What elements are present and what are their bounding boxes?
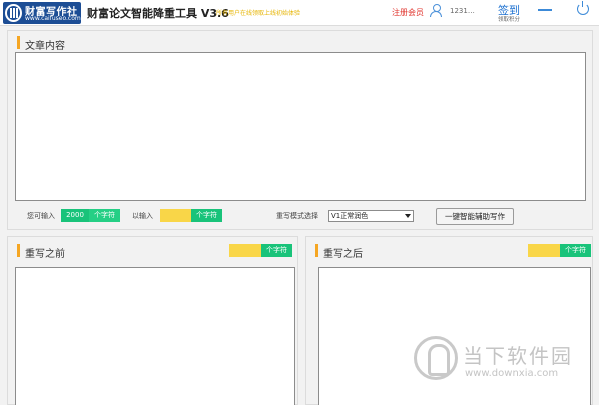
after-unit: 个字符 <box>560 244 591 257</box>
before-title: 重写之前 <box>25 249 65 260</box>
before-panel: 重写之前 个字符 <box>7 236 298 405</box>
power-icon[interactable] <box>577 1 589 15</box>
after-count <box>528 244 560 257</box>
mode-label: 重写模式选择 <box>276 212 318 220</box>
section-accent-bar <box>315 244 318 257</box>
before-unit: 个字符 <box>261 244 292 257</box>
app-title: 财富论文智能降重工具 V3.6 <box>87 7 229 20</box>
logo-url: www.caifuseo.com <box>25 15 81 22</box>
user-icon[interactable] <box>430 4 442 18</box>
notice-link[interactable]: 所有用户在线领取上线初始体验 <box>216 8 300 17</box>
register-link[interactable]: 注册会员 <box>392 7 424 18</box>
watermark-url: www.downxia.com <box>465 368 559 379</box>
chevron-down-icon <box>405 214 411 218</box>
after-textarea[interactable] <box>318 267 591 405</box>
user-id: 1231… <box>450 7 475 15</box>
article-panel: 文章内容 您可输入 2000 个字符 以输入 个字符 重写模式选择 V1正常润色… <box>7 30 593 230</box>
logo-icon <box>5 4 22 22</box>
before-textarea[interactable] <box>15 267 295 405</box>
input-count <box>160 209 191 222</box>
can-input-count: 2000 <box>61 209 89 222</box>
article-title: 文章内容 <box>25 41 65 52</box>
assist-write-button[interactable]: 一键智能辅助写作 <box>436 208 514 225</box>
input-unit: 个字符 <box>191 209 222 222</box>
can-input-unit: 个字符 <box>89 209 120 222</box>
after-panel: 重写之后 个字符 <box>305 236 593 405</box>
can-input-label: 您可输入 <box>27 212 55 220</box>
input-label: 以输入 <box>132 212 153 220</box>
brand-logo: 财富写作社 www.caifuseo.com <box>3 2 81 24</box>
minimize-icon[interactable] <box>538 9 552 11</box>
watermark-text: 当下软件园 <box>463 344 573 368</box>
before-count <box>229 244 261 257</box>
watermark-logo-icon <box>414 336 458 380</box>
app-window: 财富写作社 www.caifuseo.com 财富论文智能降重工具 V3.6 所… <box>0 0 599 405</box>
after-title: 重写之后 <box>323 249 363 260</box>
mode-select-value: V1正常润色 <box>331 212 369 220</box>
section-accent-bar <box>17 36 20 49</box>
title-bar: 财富写作社 www.caifuseo.com 财富论文智能降重工具 V3.6 所… <box>0 0 599 26</box>
article-textarea[interactable] <box>15 52 586 201</box>
section-accent-bar <box>17 244 20 257</box>
signin-subtitle: 领取积分 <box>498 17 521 23</box>
mode-select[interactable]: V1正常润色 <box>328 210 414 222</box>
